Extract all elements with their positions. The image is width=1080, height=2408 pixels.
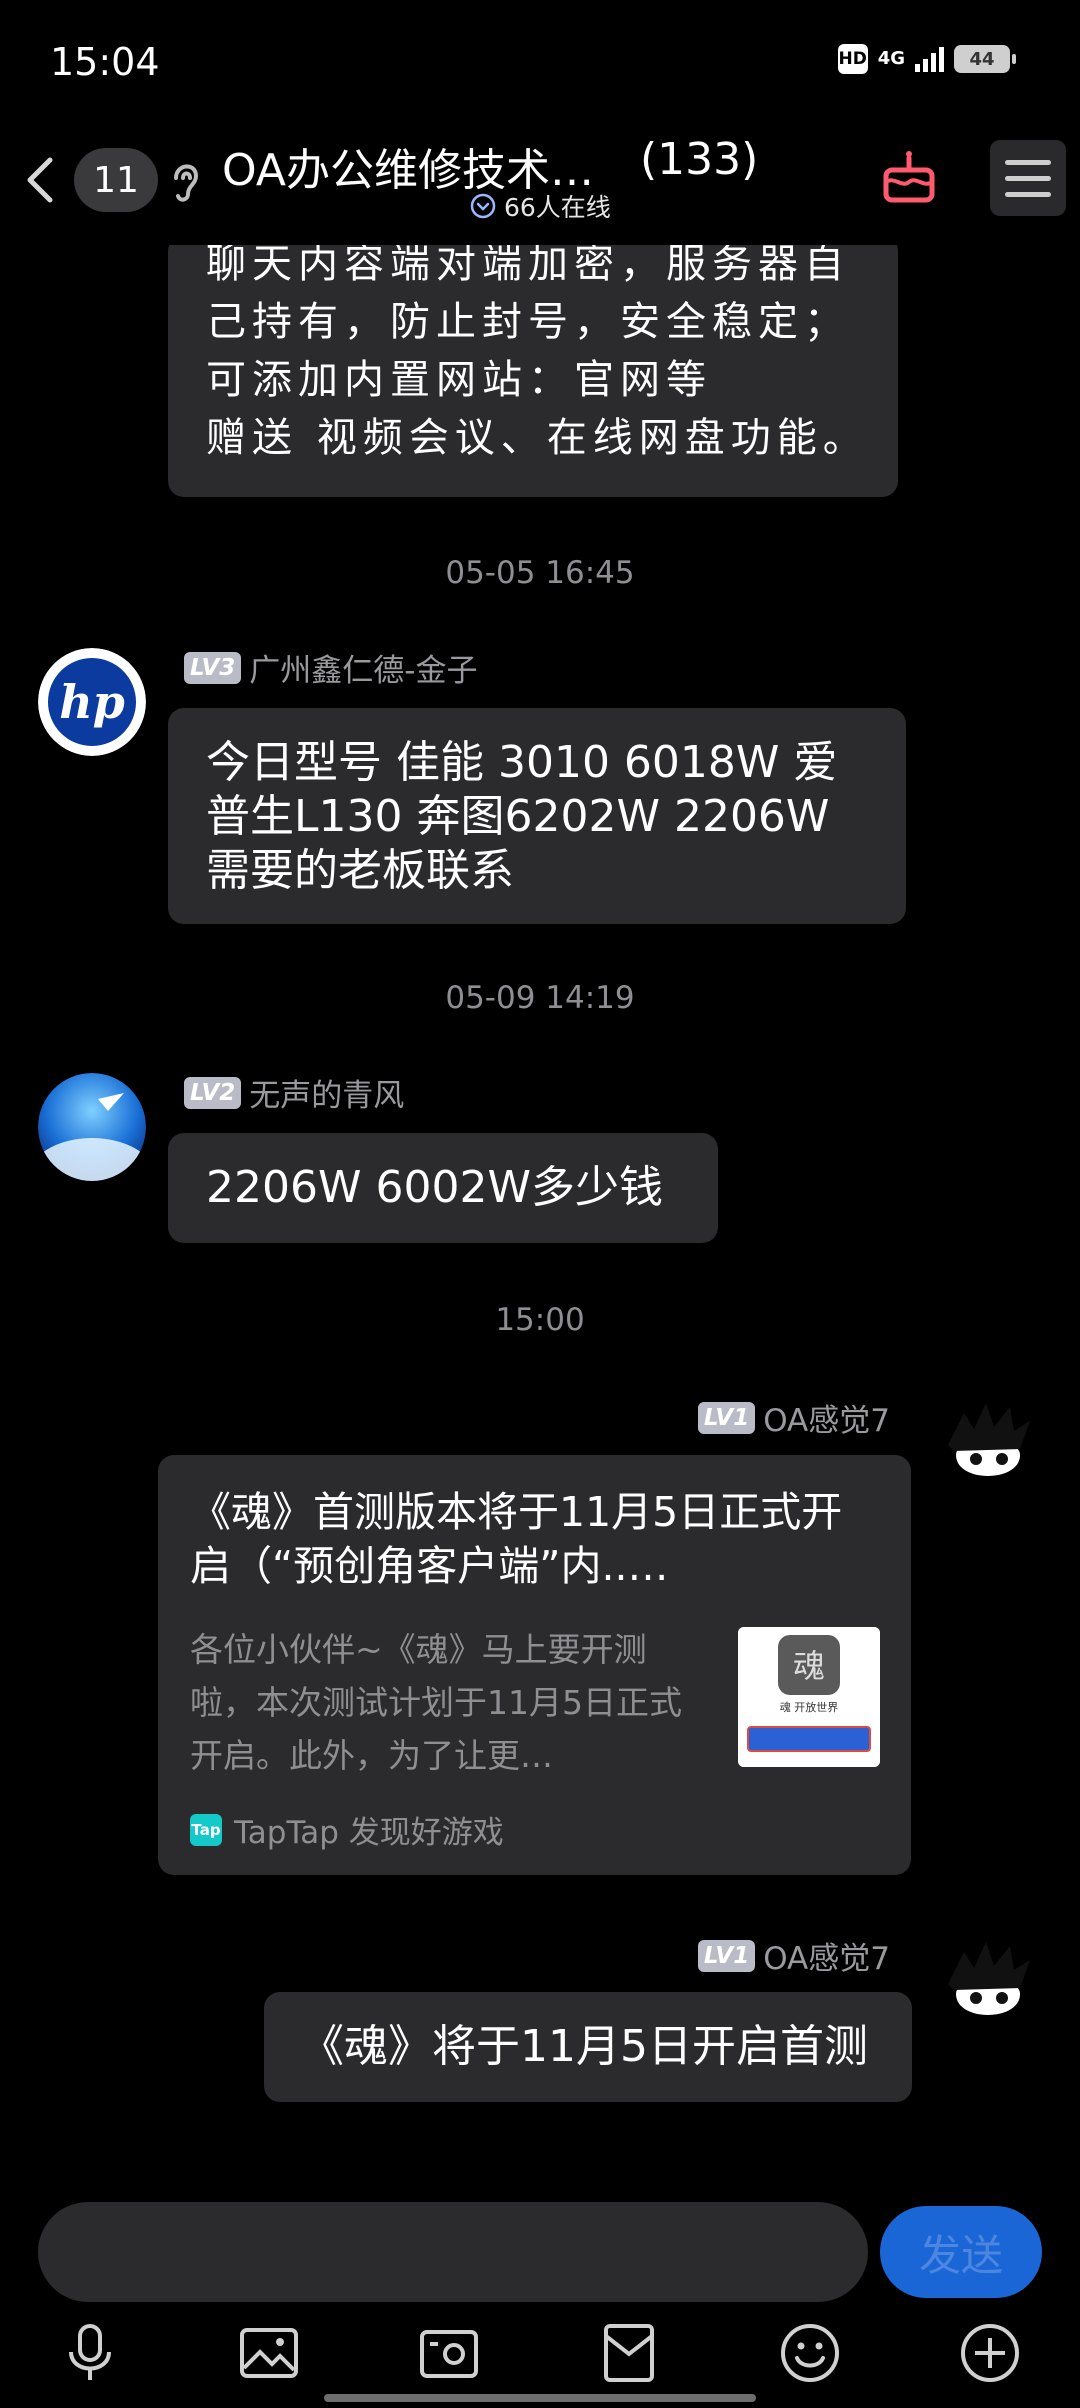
status-icons: HD 4G 44: [837, 44, 1016, 74]
member-count[interactable]: (133): [640, 134, 758, 185]
signal-icon: [915, 46, 944, 72]
back-button[interactable]: [16, 150, 66, 210]
share-card[interactable]: 《魂》首测版本将于11月5日正式开启（“预创角客户端”内..… 各位小伙伴~《魂…: [158, 1455, 911, 1875]
sender-info: LV3 广州鑫仁德-金子: [184, 645, 477, 690]
network-type: 4G: [877, 48, 905, 69]
level-badge: LV2: [184, 1076, 242, 1109]
chat-header: 11 OA办公维修技术… (133) 66人在线: [0, 130, 1080, 245]
plus-icon[interactable]: [955, 2318, 1025, 2388]
source-label: TapTap 发现好游戏: [234, 1815, 504, 1851]
message-text: 今日型号 佳能 3010 6018W 爱普生L130 奔图6202W 2206W…: [206, 737, 838, 896]
thumbnail-caption: 魂 开放世界: [779, 1701, 839, 1714]
message-bubble[interactable]: 《魂》将于11月5日开启首测: [264, 1992, 912, 2102]
chevron-down-circle-icon: [470, 193, 496, 219]
sender-info: LV2 无声的青风: [184, 1070, 404, 1115]
level-badge: LV3: [184, 651, 242, 684]
svg-text:魂: 魂: [793, 1647, 825, 1685]
message-text: 聊天内容端对端加密，服务器自 己持有，防止封号，安全稳定； 可添加内置网站：官网…: [206, 245, 869, 461]
avatar[interactable]: [38, 1073, 146, 1181]
cake-icon[interactable]: [880, 146, 938, 206]
message-text: 《魂》将于11月5日开启首测: [300, 2021, 868, 2072]
emoji-icon[interactable]: [775, 2318, 845, 2388]
red-packet-icon[interactable]: [594, 2318, 664, 2388]
card-title: 《魂》首测版本将于11月5日正式开启（“预创角客户端”内..…: [190, 1488, 843, 1590]
sender-name[interactable]: OA感觉7: [763, 1395, 890, 1440]
level-badge: LV1: [697, 1401, 756, 1434]
unread-count-badge[interactable]: 11: [74, 148, 158, 212]
message-input[interactable]: [38, 2202, 868, 2302]
card-description: 各位小伙伴~《魂》马上要开测啦，本次测试计划于11月5日正式开启。此外，为了让更…: [190, 1630, 682, 1775]
timestamp: 05-09 14:19: [445, 980, 635, 1016]
svg-text:hp: hp: [59, 675, 125, 729]
send-button[interactable]: 发送: [880, 2206, 1042, 2298]
timestamp: 15:00: [495, 1302, 585, 1338]
level-badge: LV1: [697, 1939, 756, 1972]
message-bubble[interactable]: 聊天内容端对端加密，服务器自 己持有，防止封号，安全稳定； 可添加内置网站：官网…: [168, 245, 898, 497]
sender-info: LV1 OA感觉7: [697, 1933, 890, 1978]
status-bar: 15:04 HD 4G 44: [0, 0, 1080, 130]
sender-name[interactable]: OA感觉7: [763, 1933, 890, 1978]
sender-name[interactable]: 广州鑫仁德-金子: [249, 645, 477, 690]
battery-icon: 44: [954, 45, 1016, 73]
avatar[interactable]: [934, 1932, 1042, 2040]
timestamp: 05-05 16:45: [445, 555, 635, 591]
input-toolbar: [0, 2310, 1080, 2390]
menu-button[interactable]: [990, 140, 1066, 216]
taptap-icon: Tap: [190, 1813, 222, 1846]
cartoon-face-icon: [934, 1932, 1042, 2040]
message-text: 2206W 6002W多少钱: [206, 1162, 663, 1213]
card-thumbnail: 魂 魂 开放世界: [738, 1627, 880, 1767]
avatar[interactable]: [934, 1393, 1042, 1501]
sender-info: LV1 OA感觉7: [697, 1395, 890, 1440]
sender-name[interactable]: 无声的青风: [249, 1070, 404, 1115]
camera-icon[interactable]: [414, 2318, 484, 2388]
chevron-left-icon: [27, 157, 53, 203]
online-status[interactable]: 66人在线: [470, 188, 611, 224]
microphone-icon[interactable]: [55, 2318, 125, 2388]
status-time: 15:04: [50, 40, 160, 84]
message-bubble[interactable]: 今日型号 佳能 3010 6018W 爱普生L130 奔图6202W 2206W…: [168, 708, 906, 924]
home-indicator[interactable]: [324, 2394, 756, 2402]
ear-icon[interactable]: [166, 150, 206, 210]
earth-plane-icon: [38, 1073, 146, 1181]
hd-icon: HD: [837, 44, 868, 74]
avatar[interactable]: hp: [38, 648, 146, 756]
card-source: Tap TapTap 发现好游戏: [190, 1807, 504, 1852]
image-icon[interactable]: [234, 2318, 304, 2388]
chat-messages[interactable]: 聊天内容端对端加密，服务器自 己持有，防止封号，安全稳定； 可添加内置网站：官网…: [0, 245, 1080, 2195]
online-count: 66人在线: [504, 193, 611, 222]
hp-logo-icon: hp: [38, 648, 146, 756]
cartoon-face-icon: [934, 1393, 1042, 1501]
message-bubble[interactable]: 2206W 6002W多少钱: [168, 1133, 718, 1243]
